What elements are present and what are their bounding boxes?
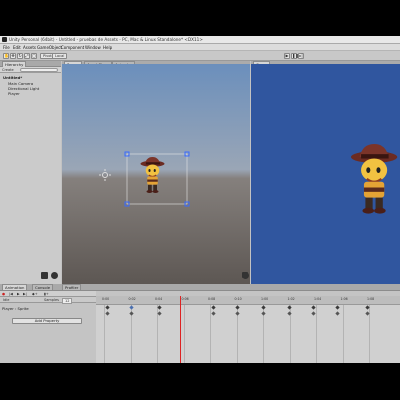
tab-console[interactable]: Console	[32, 284, 54, 290]
local-toggle[interactable]: Local	[52, 53, 68, 59]
sprite-keyframe[interactable]	[335, 311, 340, 316]
menu-bar: File Edit Assets GameObject Component Wi…	[0, 44, 400, 51]
lock-icon[interactable]	[41, 272, 48, 279]
menu-assets[interactable]: Assets	[23, 45, 36, 50]
ruler-tick-label: 1:06	[340, 297, 348, 301]
summary-keyframe[interactable]	[311, 305, 316, 310]
sprite-keyframe[interactable]	[261, 311, 266, 316]
animation-panel: Animation Console Profiler ● |◀ ▶ ▶| ◆+ …	[0, 284, 400, 363]
property-row[interactable]: Player : Sprite	[2, 306, 29, 311]
rect-tool-button[interactable]: ▢	[31, 53, 37, 59]
hierarchy-panel: Hierarchy Create Untitled* Main Camera D…	[0, 61, 61, 321]
clip-row: Idle Samples 12	[0, 297, 96, 304]
scene-root-item[interactable]: Untitled*	[3, 75, 22, 80]
game-viewport[interactable]	[251, 64, 400, 284]
next-key-button[interactable]: ▶|	[23, 292, 27, 296]
summary-keyframe[interactable]	[129, 305, 134, 310]
ruler-tick-label: 0:00	[102, 297, 110, 301]
ruler-tick-label: 0:10	[234, 297, 242, 301]
play-button[interactable]: ▶	[284, 53, 290, 59]
title-bar: Unity Personal (64bit) - Untitled - prue…	[0, 36, 400, 44]
play-anim-button[interactable]: ▶	[17, 292, 20, 296]
summary-keyframe[interactable]	[157, 305, 162, 310]
directional-light-icon	[99, 169, 111, 181]
pause-button[interactable]: ❚❚	[291, 53, 299, 59]
menu-file[interactable]: File	[3, 45, 10, 50]
samples-label: Samples	[44, 297, 59, 302]
game-bottom-icon[interactable]	[242, 272, 249, 279]
hand-tool-button[interactable]: ✋	[3, 53, 9, 59]
ruler-tick-label: 0:06	[181, 297, 189, 301]
summary-keyframe[interactable]	[211, 305, 216, 310]
unity-logo-icon	[2, 37, 7, 42]
prev-key-button[interactable]: |◀	[9, 292, 13, 296]
scale-tool-button[interactable]: ⤢	[24, 53, 30, 59]
hierarchy-search-input[interactable]	[20, 68, 58, 72]
add-property-button[interactable]: Add Property	[12, 318, 82, 324]
ruler-tick-label: 0:04	[155, 297, 163, 301]
tab-profiler[interactable]: Profiler	[62, 284, 82, 290]
ruler-tick-label: 1:00	[261, 297, 269, 301]
timeline-gridline	[342, 305, 344, 363]
ruler-tick-label: 0:08	[208, 297, 216, 301]
menu-help[interactable]: Help	[103, 45, 112, 50]
time-ruler[interactable]: 0:00 0:02 0:04 0:06 0:08 0:10 1:00 1:02 1:04 1:06…	[96, 296, 400, 305]
scene-canvas	[99, 151, 190, 207]
ruler-tick-label: 1:04	[314, 297, 322, 301]
ruler-tick-label: 1:02	[287, 297, 295, 301]
tab-animation[interactable]: Animation	[2, 284, 28, 290]
timeline-gridline	[183, 305, 185, 363]
samples-field[interactable]: 12	[62, 297, 73, 304]
clip-dropdown[interactable]: Idle	[3, 298, 9, 302]
player-sprite-game	[350, 144, 398, 214]
scene-viewport[interactable]	[62, 64, 250, 284]
add-event-button[interactable]: ▮+	[44, 292, 49, 296]
sprite-keyframe[interactable]	[311, 311, 316, 316]
playhead[interactable]	[180, 296, 181, 363]
summary-keyframe[interactable]	[261, 305, 266, 310]
menu-gameobject[interactable]: GameObject	[37, 45, 62, 50]
window-title: Unity Personal (64bit) - Untitled - prue…	[9, 37, 203, 42]
menu-edit[interactable]: Edit	[13, 45, 21, 50]
sprite-keyframe[interactable]	[235, 311, 240, 316]
hierarchy-item-player[interactable]: Player	[8, 91, 20, 96]
dopesheet-timeline[interactable]: 0:00 0:02 0:04 0:06 0:08 0:10 1:00 1:02 1:04 1:06…	[96, 296, 400, 363]
main-toolbar: ✋ ✥ ↻ ⤢ ▢ Pivot Local ▶ ❚❚ ▸|	[0, 51, 400, 61]
sprite-keyframe[interactable]	[105, 311, 110, 316]
sprite-keyframe[interactable]	[287, 311, 292, 316]
summary-keyframe[interactable]	[235, 305, 240, 310]
rotate-tool-button[interactable]: ↻	[17, 53, 23, 59]
move-tool-button[interactable]: ✥	[10, 53, 16, 59]
ruler-tick-label: 1:08	[367, 297, 375, 301]
sprite-keyframe[interactable]	[129, 311, 134, 316]
sprite-keyframe[interactable]	[211, 311, 216, 316]
add-keyframe-button[interactable]: ◆+	[32, 292, 38, 296]
summary-keyframe[interactable]	[287, 305, 292, 310]
record-icon[interactable]	[51, 272, 58, 279]
sprite-keyframe[interactable]	[157, 311, 162, 316]
summary-keyframe[interactable]	[335, 305, 340, 310]
scene-bottom-icons	[41, 272, 61, 280]
step-button[interactable]: ▸|	[298, 53, 304, 59]
timeline-gridline	[316, 305, 317, 363]
player-sprite[interactable]	[140, 157, 165, 193]
create-dropdown[interactable]: Create	[2, 68, 14, 72]
menu-component[interactable]: Component	[61, 45, 84, 50]
record-button[interactable]: ●	[2, 292, 5, 296]
menu-window[interactable]: Window	[85, 45, 101, 50]
summary-keyframe[interactable]	[105, 305, 110, 310]
game-canvas	[350, 144, 398, 214]
ruler-tick-label: 0:02	[128, 297, 136, 301]
